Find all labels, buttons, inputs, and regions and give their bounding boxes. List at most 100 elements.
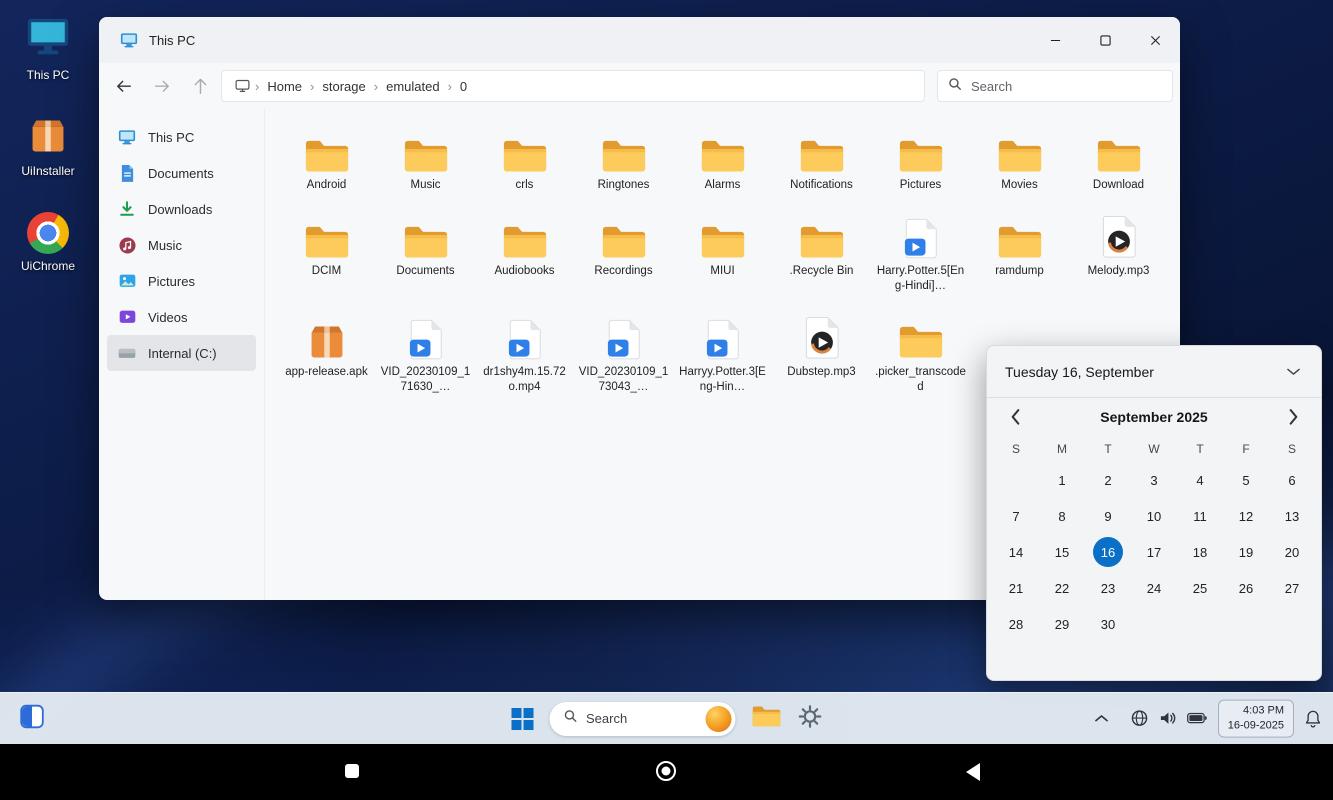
breadcrumb-segments: ›Home›storage›emulated›0: [254, 79, 472, 94]
volume-icon[interactable]: [1159, 711, 1176, 726]
calendar-day-18[interactable]: 18: [1177, 534, 1223, 570]
file-audiobooks[interactable]: Audiobooks: [475, 209, 574, 294]
calendar-day-21[interactable]: 21: [993, 570, 1039, 606]
audio-icon: [804, 310, 840, 360]
sidebar-item-internal-c[interactable]: Internal (C:): [107, 335, 256, 371]
widgets-button[interactable]: [20, 704, 44, 733]
calendar-day-16[interactable]: 16: [1085, 534, 1131, 570]
calendar-prev-button[interactable]: [1001, 403, 1029, 431]
close-button[interactable]: [1130, 17, 1180, 63]
file-recycle-bin[interactable]: .Recycle Bin: [772, 209, 871, 294]
calendar-day-13[interactable]: 13: [1269, 498, 1315, 534]
recents-button[interactable]: [345, 764, 359, 778]
breadcrumb-item-storage[interactable]: storage: [317, 79, 370, 94]
file-vid-20230109-171630[interactable]: VID_20230109_171630_…: [376, 310, 475, 395]
file-app-release-apk[interactable]: app-release.apk: [277, 310, 376, 395]
file-picker-transcoded[interactable]: .picker_transcoded: [871, 310, 970, 395]
settings-button[interactable]: [797, 704, 822, 734]
up-button[interactable]: [183, 69, 217, 103]
calendar-day-27[interactable]: 27: [1269, 570, 1315, 606]
file-ramdump[interactable]: ramdump: [970, 209, 1069, 294]
file-dr1shy4m-15-72o-mp4[interactable]: dr1shy4m.15.72o.mp4: [475, 310, 574, 395]
desktop-icon-uichrome[interactable]: UiChrome: [4, 212, 92, 273]
calendar-day-2[interactable]: 2: [1085, 462, 1131, 498]
back-button[interactable]: [107, 69, 141, 103]
back-button-android[interactable]: [966, 763, 980, 781]
tray-expand-icon[interactable]: [1095, 715, 1108, 722]
file-documents[interactable]: Documents: [376, 209, 475, 294]
calendar-day-17[interactable]: 17: [1131, 534, 1177, 570]
file-notifications[interactable]: Notifications: [772, 123, 871, 193]
sidebar-item-music[interactable]: Music: [107, 227, 256, 263]
taskbar-search[interactable]: Search: [549, 702, 735, 736]
file-recordings[interactable]: Recordings: [574, 209, 673, 294]
forward-button[interactable]: [145, 69, 179, 103]
calendar-day-10[interactable]: 10: [1131, 498, 1177, 534]
calendar-day-6[interactable]: 6: [1269, 462, 1315, 498]
start-button[interactable]: [511, 708, 533, 730]
calendar-day-22[interactable]: 22: [1039, 570, 1085, 606]
sidebar-item-downloads[interactable]: Downloads: [107, 191, 256, 227]
battery-icon[interactable]: [1187, 713, 1207, 724]
notification-bell-icon[interactable]: [1305, 710, 1321, 728]
desktop-icon-uiinstaller[interactable]: UiInstaller: [4, 116, 92, 178]
calendar-day-1[interactable]: 1: [1039, 462, 1085, 498]
home-button[interactable]: [656, 761, 676, 781]
calendar-next-button[interactable]: [1279, 403, 1307, 431]
file-explorer-button[interactable]: [751, 704, 781, 733]
calendar-day-12[interactable]: 12: [1223, 498, 1269, 534]
search-input[interactable]: [971, 79, 1162, 94]
minimize-button[interactable]: [1030, 17, 1080, 63]
calendar-collapse-button[interactable]: [1277, 356, 1309, 388]
calendar-day-3[interactable]: 3: [1131, 462, 1177, 498]
file-harry-potter-5-eng-hindi[interactable]: Harry.Potter.5[Eng-Hindi]…: [871, 209, 970, 294]
file-miui[interactable]: MIUI: [673, 209, 772, 294]
file-crls[interactable]: crls: [475, 123, 574, 193]
calendar-day-26[interactable]: 26: [1223, 570, 1269, 606]
file-dcim[interactable]: DCIM: [277, 209, 376, 294]
calendar-day-30[interactable]: 30: [1085, 606, 1131, 642]
taskbar-clock[interactable]: 4:03 PM 16-09-2025: [1218, 699, 1294, 738]
file-alarms[interactable]: Alarms: [673, 123, 772, 193]
calendar-day-28[interactable]: 28: [993, 606, 1039, 642]
breadcrumb-item-emulated[interactable]: emulated: [381, 79, 444, 94]
sidebar-item-this-pc[interactable]: This PC: [107, 119, 256, 155]
calendar-day-14[interactable]: 14: [993, 534, 1039, 570]
file-harryy-potter-3-eng-hin[interactable]: Harryy.Potter.3[Eng-Hin…: [673, 310, 772, 395]
explorer-search[interactable]: [937, 70, 1173, 102]
file-music[interactable]: Music: [376, 123, 475, 193]
file-android[interactable]: Android: [277, 123, 376, 193]
calendar-day-number: 14: [1001, 537, 1031, 567]
titlebar[interactable]: This PC: [99, 17, 1180, 63]
sidebar-item-videos[interactable]: Videos: [107, 299, 256, 335]
calendar-day-29[interactable]: 29: [1039, 606, 1085, 642]
breadcrumb-item-home[interactable]: Home: [262, 79, 307, 94]
sidebar-item-pictures[interactable]: Pictures: [107, 263, 256, 299]
calendar-day-20[interactable]: 20: [1269, 534, 1315, 570]
calendar-day-15[interactable]: 15: [1039, 534, 1085, 570]
calendar-day-4[interactable]: 4: [1177, 462, 1223, 498]
file-vid-20230109-173043[interactable]: VID_20230109_173043_…: [574, 310, 673, 395]
breadcrumb-item-0[interactable]: 0: [455, 79, 472, 94]
calendar-day-9[interactable]: 9: [1085, 498, 1131, 534]
folder-icon: [304, 123, 350, 173]
calendar-day-11[interactable]: 11: [1177, 498, 1223, 534]
file-movies[interactable]: Movies: [970, 123, 1069, 193]
calendar-day-7[interactable]: 7: [993, 498, 1039, 534]
maximize-button[interactable]: [1080, 17, 1130, 63]
calendar-day-23[interactable]: 23: [1085, 570, 1131, 606]
file-pictures[interactable]: Pictures: [871, 123, 970, 193]
file-ringtones[interactable]: Ringtones: [574, 123, 673, 193]
desktop-icon-this-pc[interactable]: This PC: [4, 16, 92, 82]
file-melody-mp3[interactable]: Melody.mp3: [1069, 209, 1168, 294]
file-download[interactable]: Download: [1069, 123, 1168, 193]
sidebar-item-documents[interactable]: Documents: [107, 155, 256, 191]
breadcrumb[interactable]: ›Home›storage›emulated›0: [221, 70, 925, 102]
network-globe-icon[interactable]: [1131, 710, 1148, 727]
calendar-day-8[interactable]: 8: [1039, 498, 1085, 534]
calendar-day-19[interactable]: 19: [1223, 534, 1269, 570]
calendar-day-24[interactable]: 24: [1131, 570, 1177, 606]
file-dubstep-mp3[interactable]: Dubstep.mp3: [772, 310, 871, 395]
calendar-day-25[interactable]: 25: [1177, 570, 1223, 606]
calendar-day-5[interactable]: 5: [1223, 462, 1269, 498]
